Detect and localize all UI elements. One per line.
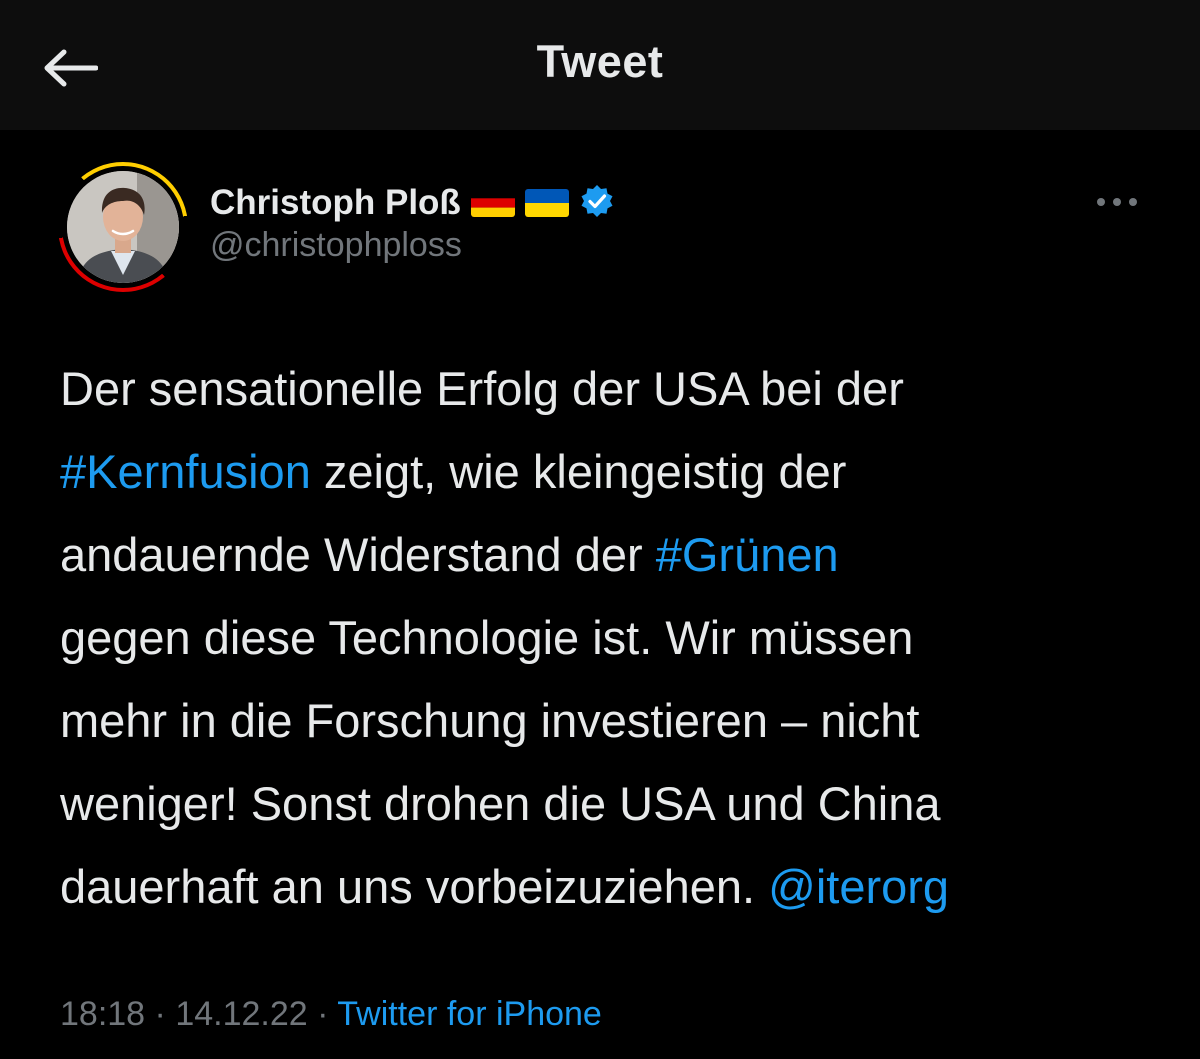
tweet-source-link[interactable]: Twitter for iPhone [337,995,602,1033]
more-horizontal-icon [1097,198,1137,206]
avatar-photo [67,171,179,283]
meta-separator: · [145,995,176,1033]
tweet-time: 18:18 [60,995,146,1033]
tweet-text-segment: gegen diese Technologie ist. Wir müssen [60,611,914,664]
tweet-date: 14.12.22 [175,995,308,1033]
tweet-text-segment: mehr in die Forschung investieren – nich… [60,694,920,747]
germany-flag-icon [470,189,515,217]
tweet-line: Der sensationelle Erfolg der USA bei der [60,347,1170,430]
tweet-text-segment: weniger! Sonst drohen die USA und China [60,777,941,830]
page-title: Tweet [536,36,664,87]
top-bar: Tweet [0,0,1200,130]
avatar[interactable] [58,162,188,292]
tweet-text-segment: Der sensationelle Erfolg der USA bei der [60,362,904,415]
tweet-text-segment: andauernde Widerstand der [60,528,656,581]
author-handle[interactable]: @christophploss [210,226,462,265]
tweet-line: gegen diese Technologie ist. Wir müssen [60,596,1170,679]
author-name-row: Christoph Ploß [210,178,615,228]
hashtag-link[interactable]: #Grünen [656,528,839,581]
ukraine-flag-icon [524,189,569,217]
tweet-line: weniger! Sonst drohen die USA und China [60,762,1170,845]
tweet-line: #Kernfusion zeigt, wie kleingeistig der [60,430,1170,513]
tweet-text: Der sensationelle Erfolg der USA bei der… [60,347,1170,928]
more-options-button[interactable] [1092,185,1142,219]
tweet-text-segment: zeigt, wie kleingeistig der [310,445,847,498]
hashtag-link[interactable]: #Kernfusion [60,445,311,498]
tweet-text-segment: dauerhaft an uns vorbeizuziehen. [60,860,769,913]
verified-badge-icon [579,183,615,224]
mention-link[interactable]: @iterorg [768,860,949,913]
tweet-line: mehr in die Forschung investieren – nich… [60,679,1170,762]
tweet-line: dauerhaft an uns vorbeizuziehen. @iteror… [60,845,1170,928]
meta-separator: · [307,995,338,1033]
tweet-line: andauernde Widerstand der #Grünen [60,513,1170,596]
tweet-meta: 18:18 · 14.12.22 · Twitter for iPhone [60,995,602,1034]
author-display-name[interactable]: Christoph Ploß [210,183,461,223]
